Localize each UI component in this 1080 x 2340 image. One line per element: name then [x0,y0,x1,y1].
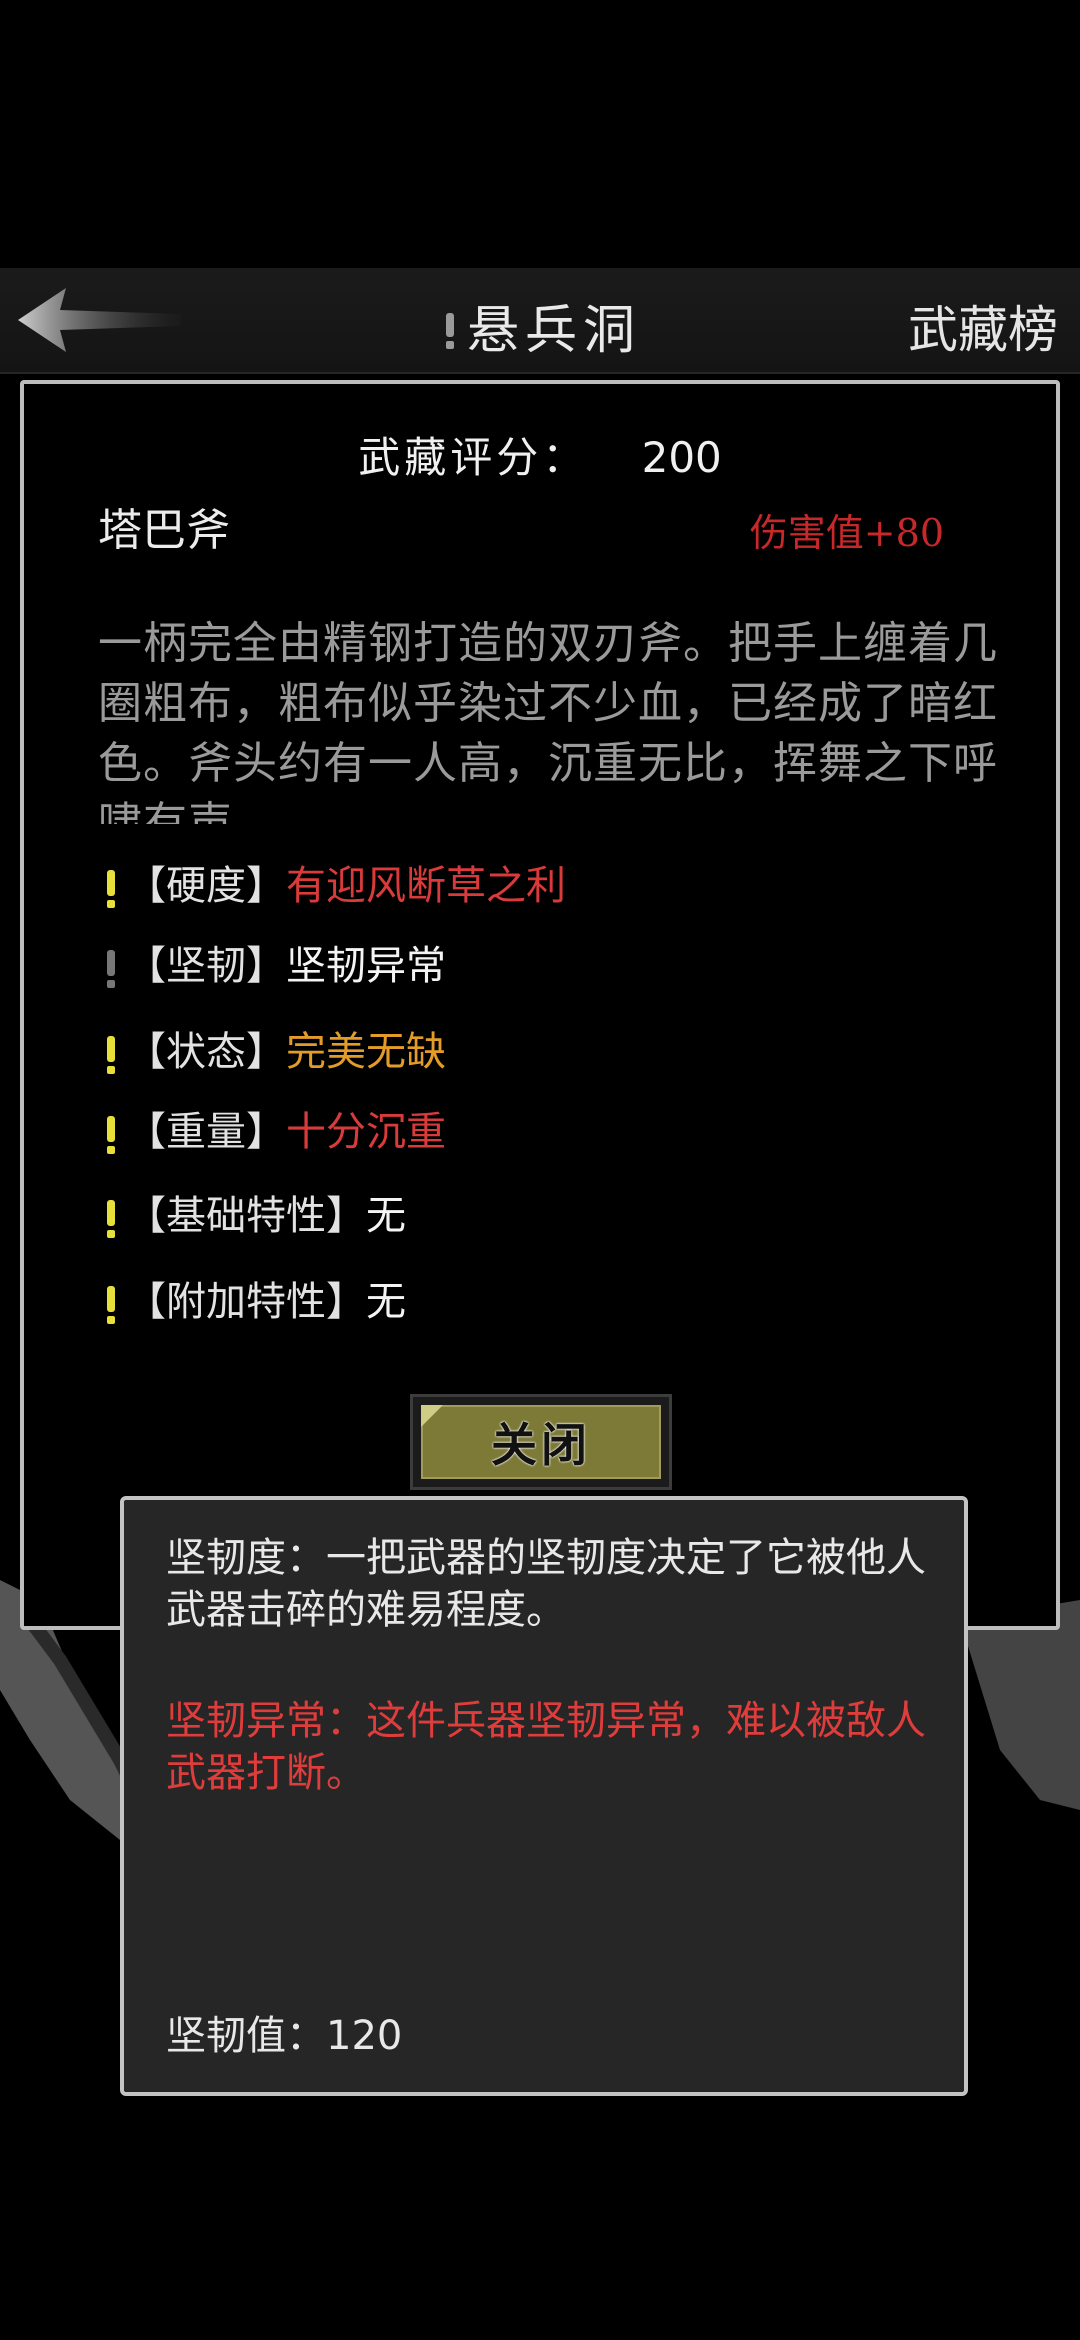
attribute-value: 坚韧异常 [286,943,446,989]
attribute-hardness[interactable]: 【硬度】有迎风断草之利 [104,854,566,918]
attribute-base-traits[interactable]: 【基础特性】无 [104,1184,406,1248]
attribute-value: 完美无缺 [286,1029,446,1075]
attribute-toughness[interactable]: 【坚韧】坚韧异常 [104,934,446,998]
attribute-condition[interactable]: 【状态】完美无缺 [104,1020,446,1084]
attribute-value: 有迎风断草之利 [286,863,566,909]
attribute-label: 【坚韧】 [126,943,286,989]
score-label: 武藏评分： [358,433,589,482]
exclamation-mark-icon [107,1036,115,1074]
tooltip-detail: 坚韧异常：这件兵器坚韧异常，难以被敌人武器打断。 [166,1698,926,1796]
attribute-tooltip[interactable]: 坚韧度：一把武器的坚韧度决定了它被他人武器击碎的难易程度。 坚韧异常：这件兵器坚… [120,1496,968,2096]
close-button[interactable]: 关闭 [410,1394,672,1490]
item-description: 一柄完全由精钢打造的双刃斧。把手上缠着几圈粗布，粗布似乎染过不少血，已经成了暗红… [98,618,998,824]
attribute-weight[interactable]: 【重量】十分沉重 [104,1100,446,1164]
attribute-label: 【状态】 [126,1029,286,1075]
exclamation-mark-icon [107,870,115,908]
item-detail-panel: 武藏评分： 200 塔巴斧 伤害值+80 一柄完全由精钢打造的双刃斧。把手上缠着… [20,380,1060,1630]
attribute-label: 【硬度】 [126,863,286,909]
page-title-text: 悬兵洞 [466,301,641,361]
ranking-link[interactable]: 武藏榜 [908,290,1058,362]
button-corner-decoration [421,1405,443,1427]
exclamation-mark-icon [107,1116,115,1154]
attribute-value: 无 [366,1279,406,1325]
tooltip-value: 坚韧值：120 [166,2013,403,2059]
score-row: 武藏评分： 200 [24,424,1056,485]
attribute-label: 【重量】 [126,1109,286,1155]
close-button-label: 关闭 [421,1405,661,1479]
exclamation-mark-icon [445,312,454,349]
exclamation-mark-icon [107,950,115,988]
top-nav-bar: 悬兵洞 武藏榜 [0,268,1080,374]
exclamation-mark-icon [107,1286,115,1324]
attribute-value: 无 [366,1193,406,1239]
attribute-label: 【基础特性】 [126,1193,366,1239]
item-name: 塔巴斧 [98,505,230,556]
attribute-extra-traits[interactable]: 【附加特性】无 [104,1270,406,1334]
score-value: 200 [641,433,722,482]
attribute-label: 【附加特性】 [126,1279,366,1325]
game-screen: 悬兵洞 武藏榜 武藏评分： 200 塔巴斧 伤害值+80 一柄完全由精钢打造的双… [0,0,1080,2340]
exclamation-mark-icon [107,1200,115,1238]
damage-value: 伤害值+80 [749,511,944,555]
tooltip-definition: 坚韧度：一把武器的坚韧度决定了它被他人武器击碎的难易程度。 [166,1535,926,1633]
attribute-value: 十分沉重 [286,1109,446,1155]
